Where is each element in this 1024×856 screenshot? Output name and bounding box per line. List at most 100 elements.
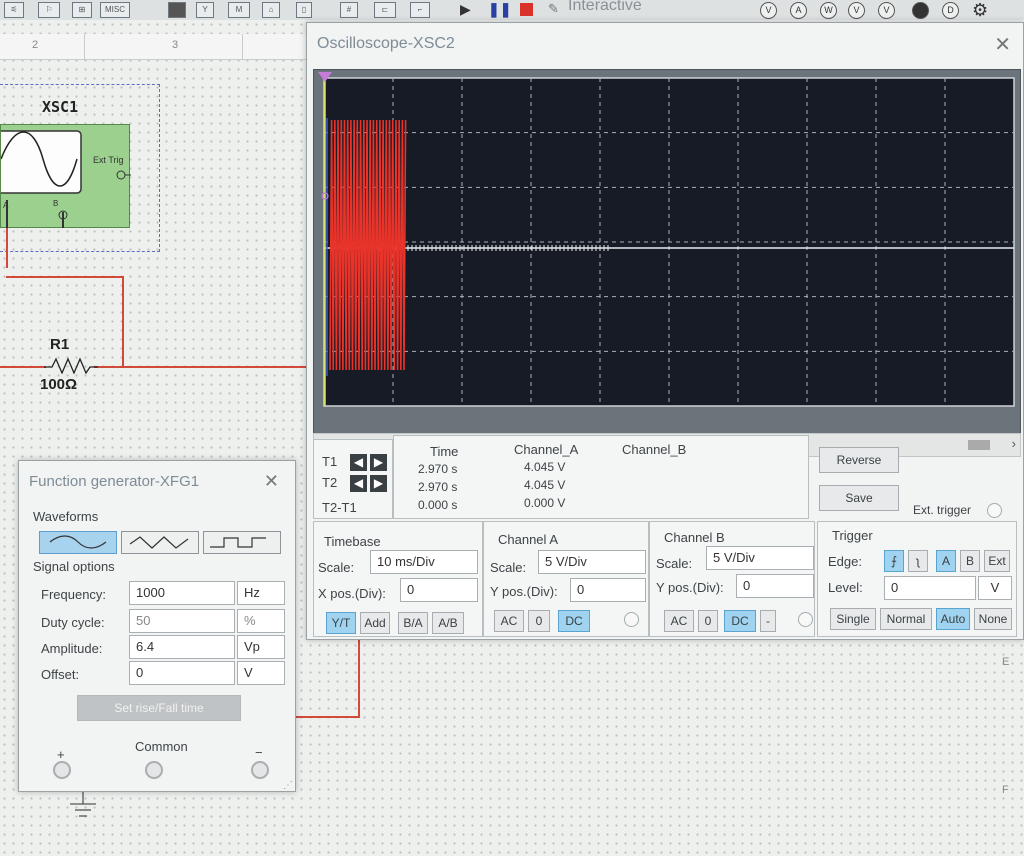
- toolbar-tool-icon[interactable]: ⚟: [4, 2, 24, 18]
- t2-left-arrow-icon[interactable]: ◀: [350, 475, 367, 492]
- trigger-a-button[interactable]: A: [936, 550, 956, 572]
- wire[interactable]: [0, 366, 46, 368]
- timebase-scale-field[interactable]: 10 ms/Div: [370, 550, 478, 574]
- channel-b-ypos-field[interactable]: 0: [736, 574, 814, 598]
- minus-terminal[interactable]: [251, 761, 269, 779]
- channel-b-scale-field[interactable]: 5 V/Div: [706, 546, 814, 570]
- ammeter-icon[interactable]: A: [790, 2, 807, 19]
- channel-a-scale-label: Scale:: [490, 560, 527, 575]
- ground-icon[interactable]: [66, 792, 100, 822]
- offset-unit[interactable]: V: [237, 661, 285, 685]
- triangle-wave-button[interactable]: [121, 531, 199, 554]
- meter-icon[interactable]: V: [848, 2, 865, 19]
- channel-b-radio[interactable]: [798, 612, 813, 627]
- none-mode-button[interactable]: None: [974, 608, 1012, 630]
- resize-grip-icon[interactable]: ⋰: [283, 780, 293, 791]
- resistor-icon[interactable]: [44, 356, 98, 374]
- common-terminal-label: Common: [135, 739, 188, 754]
- channel-a-zero-button[interactable]: 0: [528, 610, 550, 632]
- channel-a-radio[interactable]: [624, 612, 639, 627]
- frequency-label: Frequency:: [41, 587, 107, 602]
- toolbar-tool-icon[interactable]: ▯: [296, 2, 312, 18]
- single-mode-button[interactable]: Single: [830, 608, 876, 630]
- t1-left-arrow-icon[interactable]: ◀: [350, 454, 367, 471]
- yt-button[interactable]: Y/T: [326, 612, 356, 634]
- rising-edge-button[interactable]: ⨍: [884, 550, 904, 572]
- common-terminal[interactable]: [145, 761, 163, 779]
- toolbar-tool-icon[interactable]: ⊏: [374, 2, 396, 18]
- oscilloscope-display: [318, 72, 1015, 407]
- channel-a-ypos-field[interactable]: 0: [570, 578, 646, 602]
- wire[interactable]: [296, 716, 360, 718]
- gear-icon[interactable]: ⚙: [972, 0, 988, 21]
- scroll-right-icon[interactable]: ›: [1012, 436, 1016, 451]
- x-pos-field[interactable]: 0: [400, 578, 478, 602]
- wire[interactable]: [6, 276, 124, 278]
- wire[interactable]: [6, 200, 8, 228]
- toolbar-tool-icon[interactable]: ⊞: [72, 2, 92, 18]
- channel-b-ac-button[interactable]: AC: [664, 610, 694, 632]
- frequency-field[interactable]: 1000: [129, 581, 235, 605]
- wire[interactable]: [122, 276, 124, 368]
- channel-b-minus-button[interactable]: -: [760, 610, 776, 632]
- toolbar-tool-icon[interactable]: [168, 2, 186, 18]
- ext-trigger-radio[interactable]: [987, 503, 1002, 518]
- wire[interactable]: [94, 366, 308, 368]
- trigger-b-button[interactable]: B: [960, 550, 980, 572]
- xsc1-oscilloscope-symbol[interactable]: Ext Trig A B: [0, 124, 131, 228]
- square-wave-button[interactable]: [203, 531, 281, 554]
- frequency-unit[interactable]: Hz: [237, 581, 285, 605]
- offset-field[interactable]: 0: [129, 661, 235, 685]
- channel-b-zero-button[interactable]: 0: [698, 610, 718, 632]
- probe-icon[interactable]: ✎: [548, 1, 559, 17]
- toolbar-tool-icon[interactable]: #: [340, 2, 358, 18]
- close-icon[interactable]: ✕: [994, 32, 1011, 57]
- scroll-thumb[interactable]: [968, 440, 990, 450]
- level-unit[interactable]: V: [978, 576, 1012, 600]
- sine-wave-button[interactable]: [39, 531, 117, 554]
- voltmeter-icon[interactable]: V: [760, 2, 777, 19]
- misc-button[interactable]: MISC: [100, 2, 130, 18]
- trigger-ext-button[interactable]: Ext: [984, 550, 1010, 572]
- t2-time: 2.970 s: [418, 480, 458, 494]
- duty-cycle-unit[interactable]: %: [237, 609, 285, 633]
- normal-mode-button[interactable]: Normal: [880, 608, 932, 630]
- toolbar-tool-icon[interactable]: M: [228, 2, 250, 18]
- channel-a-ac-button[interactable]: AC: [494, 610, 524, 632]
- wire[interactable]: [6, 228, 8, 268]
- toolbar-tool-icon[interactable]: Y: [196, 2, 214, 18]
- close-icon[interactable]: ✕: [264, 471, 279, 492]
- wattmeter-icon[interactable]: W: [820, 2, 837, 19]
- meter-icon[interactable]: D: [942, 2, 959, 19]
- run-icon[interactable]: ▶: [460, 1, 471, 18]
- toolbar-tool-icon[interactable]: ⚐: [38, 2, 60, 18]
- t1-right-arrow-icon[interactable]: ▶: [370, 454, 387, 471]
- meter-icon[interactable]: V: [878, 2, 895, 19]
- wire[interactable]: [358, 640, 360, 718]
- channel-a-scale-field[interactable]: 5 V/Div: [538, 550, 646, 574]
- pause-icon[interactable]: ❚❚: [488, 1, 511, 18]
- falling-edge-button[interactable]: ʅ: [908, 550, 928, 572]
- oscilloscope-screen[interactable]: [313, 69, 1021, 439]
- toolbar-tool-icon[interactable]: ⌂: [262, 2, 280, 18]
- a-b-button[interactable]: A/B: [432, 612, 464, 634]
- channel-b-dc-button[interactable]: DC: [724, 610, 756, 632]
- save-button[interactable]: Save: [819, 485, 899, 511]
- add-button[interactable]: Add: [360, 612, 390, 634]
- plus-terminal[interactable]: [53, 761, 71, 779]
- ruler-number: 3: [172, 39, 179, 51]
- level-field[interactable]: 0: [884, 576, 976, 600]
- duty-cycle-field[interactable]: 50: [129, 609, 235, 633]
- reverse-button[interactable]: Reverse: [819, 447, 899, 473]
- toolbar-tool-icon[interactable]: ⌐: [410, 2, 430, 18]
- auto-mode-button[interactable]: Auto: [936, 608, 970, 630]
- wire[interactable]: [62, 212, 64, 228]
- amplitude-field[interactable]: 6.4: [129, 635, 235, 659]
- b-a-button[interactable]: B/A: [398, 612, 428, 634]
- set-rise-fall-button[interactable]: Set rise/Fall time: [77, 695, 241, 721]
- amplitude-unit[interactable]: Vp: [237, 635, 285, 659]
- channel-a-dc-button[interactable]: DC: [558, 610, 590, 632]
- stop-icon[interactable]: [520, 3, 533, 16]
- meter-icon[interactable]: [912, 2, 929, 19]
- t2-right-arrow-icon[interactable]: ▶: [370, 475, 387, 492]
